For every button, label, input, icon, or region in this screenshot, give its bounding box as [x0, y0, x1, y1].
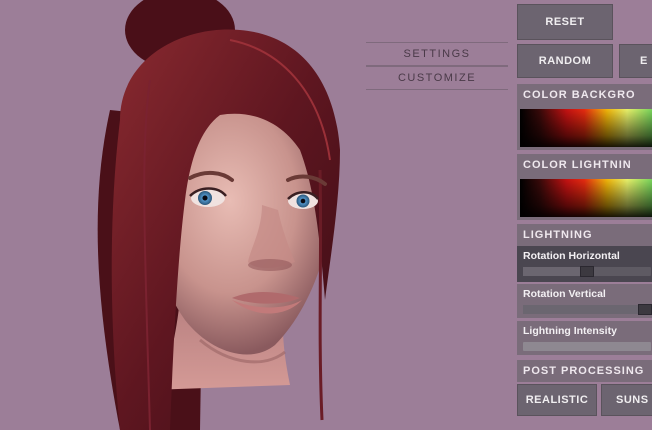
lightning-header: LIGHTNING: [517, 224, 652, 246]
rotation-horizontal-fill: [523, 267, 587, 276]
rotation-vertical-track[interactable]: [523, 304, 652, 315]
rotation-vertical-thumb[interactable]: [637, 304, 652, 315]
realistic-button[interactable]: REALISTIC: [517, 384, 597, 416]
rotation-horizontal-thumb[interactable]: [580, 266, 594, 277]
nav-customize[interactable]: CUSTOMIZE: [366, 66, 508, 90]
rotation-vertical-label: Rotation Vertical: [523, 288, 606, 300]
color-background-picker[interactable]: [520, 109, 652, 147]
rotation-horizontal-label: Rotation Horizontal: [523, 250, 620, 262]
extra-button[interactable]: E: [619, 44, 652, 78]
random-button[interactable]: RANDOM: [517, 44, 613, 78]
color-lightning-picker[interactable]: [520, 179, 652, 217]
rotation-horizontal-track[interactable]: [523, 266, 651, 277]
rotation-horizontal-slider-group: Rotation Horizontal: [517, 246, 652, 282]
color-lightning-header: COLOR LIGHTNIN: [517, 154, 652, 176]
lightning-intensity-slider-group: Lightning Intensity: [517, 321, 652, 355]
rotation-vertical-slider-group: Rotation Vertical: [517, 284, 652, 318]
nav-settings[interactable]: SETTINGS: [366, 42, 508, 66]
rotation-vertical-fill: [523, 305, 645, 314]
color-background-header: COLOR BACKGRO: [517, 84, 652, 106]
color-lightning-picker-frame: [517, 176, 652, 220]
lightning-intensity-track[interactable]: [523, 342, 651, 351]
lightning-intensity-label: Lightning Intensity: [523, 325, 617, 337]
reset-button[interactable]: RESET: [517, 4, 613, 40]
sunset-button[interactable]: SUNS: [601, 384, 652, 416]
post-processing-header: POST PROCESSING: [517, 360, 652, 382]
color-background-picker-frame: [517, 106, 652, 150]
